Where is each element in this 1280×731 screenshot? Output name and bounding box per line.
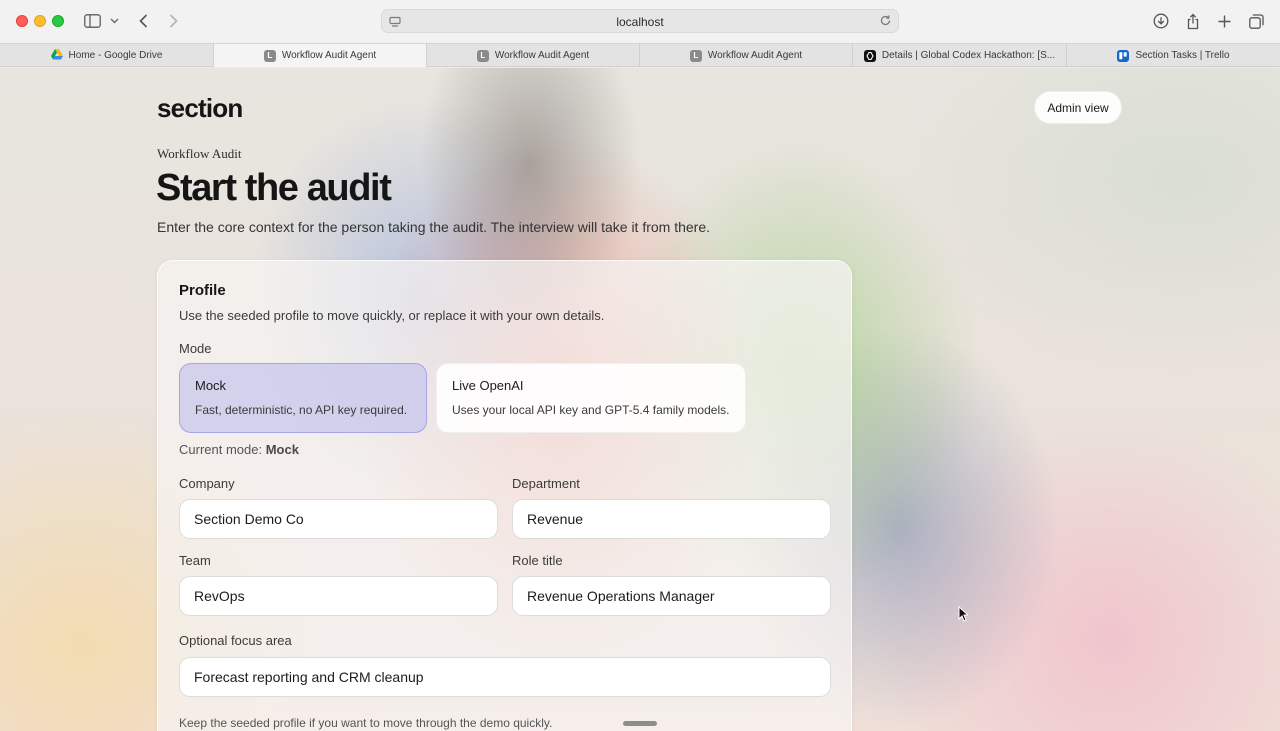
reload-icon[interactable] <box>879 14 892 32</box>
department-label: Department <box>512 476 580 491</box>
team-label: Team <box>179 553 211 568</box>
mode-option-description: Fast, deterministic, no API key required… <box>195 403 408 417</box>
minimize-window-button[interactable] <box>34 15 46 27</box>
tab-devpost-details[interactable]: Details | Global Codex Hackathon: [S... <box>853 44 1067 67</box>
company-label: Company <box>179 476 235 491</box>
download-icon[interactable] <box>1152 10 1170 32</box>
eyebrow-label: Workflow Audit <box>157 146 242 161</box>
tab-title: Section Tasks | Trello <box>1135 50 1230 61</box>
current-mode-value: Mock <box>265 442 299 457</box>
current-mode-prefix: Current mode: <box>179 442 263 457</box>
mode-option-name: Mock <box>195 378 227 393</box>
trello-icon <box>1117 49 1130 62</box>
tab-workflow-audit-agent[interactable]: L Workflow Audit Agent <box>427 44 640 67</box>
brand-logo[interactable]: section <box>157 93 243 124</box>
mode-option-name: Live OpenAI <box>452 378 524 393</box>
google-drive-icon <box>50 48 63 63</box>
forward-arrow-icon[interactable] <box>166 10 180 32</box>
workflow-audit-favicon-icon: L <box>263 49 276 62</box>
focus-area-label: Optional focus area <box>179 633 292 648</box>
profile-title: Profile <box>179 282 226 299</box>
workflow-audit-favicon-icon: L <box>689 49 702 62</box>
scroll-indicator[interactable] <box>623 721 657 726</box>
department-input[interactable] <box>512 499 831 539</box>
browser-toolbar: localhost <box>0 0 1280 43</box>
tab-title: Workflow Audit Agent <box>494 50 590 61</box>
tab-title: Workflow Audit Agent <box>281 50 377 61</box>
tab-workflow-audit-agent[interactable]: L Workflow Audit Agent <box>640 44 853 67</box>
sidebar-toggle-icon[interactable] <box>82 10 102 32</box>
back-arrow-icon[interactable] <box>136 10 150 32</box>
current-mode-status: Current mode: Mock <box>179 442 299 457</box>
workflow-audit-favicon-icon: L <box>476 49 489 62</box>
page-description: Enter the core context for the person ta… <box>157 219 711 235</box>
tab-workflow-audit-agent-active[interactable]: L Workflow Audit Agent <box>214 44 427 67</box>
mode-option-mock[interactable]: Mock Fast, deterministic, no API key req… <box>179 363 427 433</box>
mode-label: Mode <box>179 341 212 356</box>
tab-bar: Home - Google Drive L Workflow Audit Age… <box>0 43 1280 67</box>
tab-trello[interactable]: Section Tasks | Trello <box>1067 44 1280 67</box>
page-title: Start the audit <box>156 167 392 209</box>
mouse-cursor-icon <box>958 606 968 622</box>
profile-footer-note: Keep the seeded profile if you want to m… <box>179 716 553 730</box>
team-input[interactable] <box>179 576 498 616</box>
tab-overview-icon[interactable] <box>1247 10 1265 32</box>
mode-option-description: Uses your local API key and GPT-5.4 fami… <box>452 403 730 417</box>
tab-title: Workflow Audit Agent <box>707 50 803 61</box>
url-text: localhost <box>616 15 664 29</box>
mode-option-live-openai[interactable]: Live OpenAI Uses your local API key and … <box>436 363 746 433</box>
tab-title: Home - Google Drive <box>68 50 163 61</box>
zoom-window-button[interactable] <box>52 15 64 27</box>
admin-view-button[interactable]: Admin view <box>1034 91 1122 124</box>
role-title-input[interactable] <box>512 576 831 616</box>
page-viewport: section Admin view Workflow Audit Start … <box>0 68 1280 731</box>
devpost-icon <box>863 49 876 62</box>
profile-subtitle: Use the seeded profile to move quickly, … <box>179 308 605 323</box>
share-icon[interactable] <box>1184 10 1202 32</box>
profile-card: Profile Use the seeded profile to move q… <box>157 260 852 731</box>
role-title-label: Role title <box>512 553 563 568</box>
new-tab-plus-icon[interactable] <box>1215 10 1233 32</box>
close-window-button[interactable] <box>16 15 28 27</box>
chevron-down-icon[interactable] <box>108 10 120 32</box>
focus-area-input[interactable] <box>179 657 831 697</box>
tab-google-drive[interactable]: Home - Google Drive <box>0 44 214 67</box>
tab-title: Details | Global Codex Hackathon: [S... <box>881 50 1056 61</box>
company-input[interactable] <box>179 499 498 539</box>
address-bar[interactable]: localhost <box>381 9 899 33</box>
